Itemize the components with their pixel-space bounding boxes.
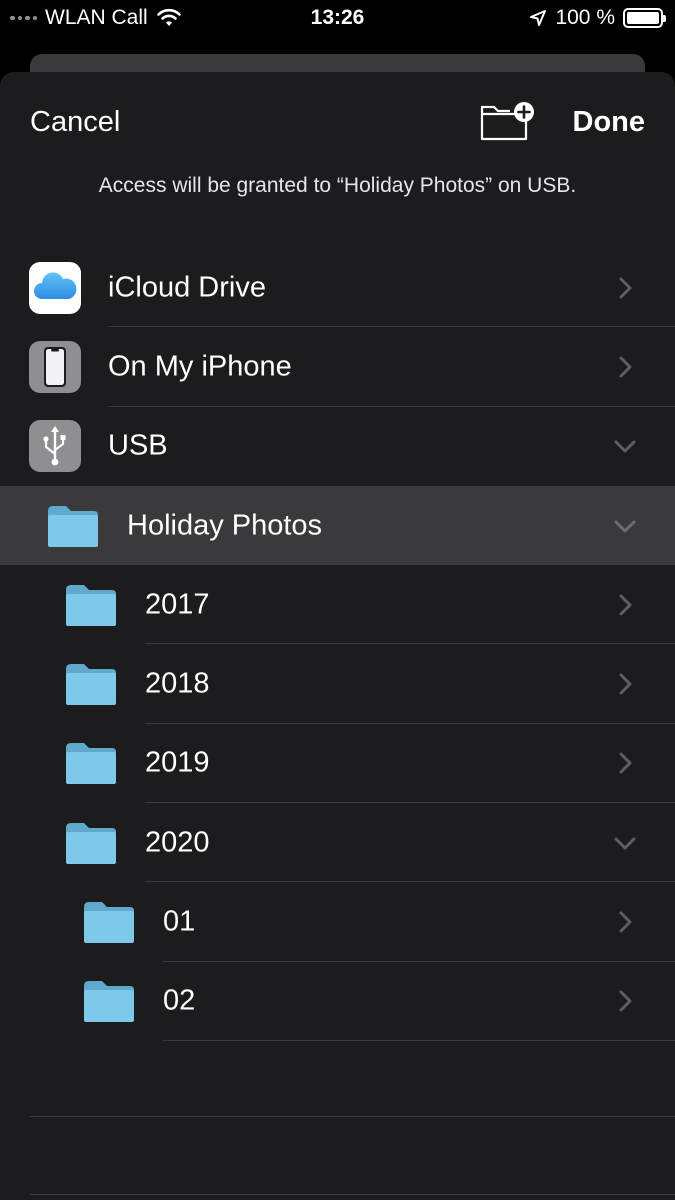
chevron-right-icon — [619, 356, 632, 378]
chevron-right-icon — [619, 277, 632, 299]
battery-icon — [623, 8, 666, 28]
status-right: 100 % — [529, 6, 666, 30]
folder-label: 02 — [163, 984, 196, 1017]
location-picker-sheet: Cancel Done Access will be granted to “H… — [0, 72, 675, 1200]
cancel-button[interactable]: Cancel — [30, 106, 120, 139]
folder-icon — [48, 505, 98, 547]
folder-icon — [66, 822, 116, 864]
folder-icon — [84, 981, 134, 1023]
usb-icon — [29, 420, 81, 473]
battery-percent: 100 % — [555, 6, 615, 29]
folder-icon — [66, 743, 116, 785]
icloud-icon — [29, 261, 81, 314]
list-bottom-separator — [30, 1116, 675, 1117]
access-info-text: Access will be granted to “Holiday Photo… — [98, 174, 577, 197]
location-list: iCloud Drive On My iPhone USB Holiday Ph… — [0, 248, 675, 1041]
folder-row-2017[interactable]: 2017 — [0, 565, 675, 645]
done-button[interactable]: Done — [573, 106, 646, 139]
sheet-navbar: Cancel Done Access will be granted to “H… — [0, 72, 675, 248]
folder-icon — [66, 584, 116, 626]
status-bar: WLAN Call 13:26 100 % — [0, 0, 675, 38]
folder-row-2018[interactable]: 2018 — [0, 644, 675, 724]
chevron-right-icon — [619, 594, 632, 616]
folder-label: 2019 — [145, 746, 210, 779]
chevron-right-icon — [619, 990, 632, 1012]
location-label: USB — [108, 429, 168, 462]
folder-label: 2020 — [145, 826, 210, 859]
list-bottom-separator — [30, 1194, 675, 1195]
row-separator — [163, 1039, 675, 1041]
iphone-icon — [29, 340, 81, 393]
battery-fill — [627, 12, 659, 24]
location-arrow-icon — [530, 10, 547, 26]
folder-row-2020[interactable]: 2020 — [0, 803, 675, 883]
folder-icon — [66, 664, 116, 706]
location-row-icloud-drive[interactable]: iCloud Drive — [0, 248, 675, 328]
folder-label: 2018 — [145, 667, 210, 700]
chevron-right-icon — [619, 752, 632, 774]
folder-icon — [84, 902, 134, 944]
new-folder-icon[interactable] — [480, 102, 536, 142]
chevron-right-icon — [619, 911, 632, 933]
folder-label: 01 — [163, 905, 196, 938]
folder-label: 2017 — [145, 588, 210, 621]
folder-label: Holiday Photos — [127, 509, 323, 542]
folder-row-01[interactable]: 01 — [0, 882, 675, 962]
chevron-right-icon — [619, 673, 632, 695]
chevron-down-icon — [614, 440, 636, 453]
chevron-down-icon — [614, 520, 636, 533]
location-label: On My iPhone — [108, 350, 292, 383]
folder-row-02[interactable]: 02 — [0, 962, 675, 1041]
folder-row-holiday-photos[interactable]: Holiday Photos — [0, 485, 675, 566]
chevron-down-icon — [614, 837, 636, 850]
location-label: iCloud Drive — [108, 271, 266, 304]
location-row-usb[interactable]: USB — [0, 407, 675, 486]
location-row-on-my-iphone[interactable]: On My iPhone — [0, 327, 675, 407]
folder-row-2019[interactable]: 2019 — [0, 724, 675, 804]
